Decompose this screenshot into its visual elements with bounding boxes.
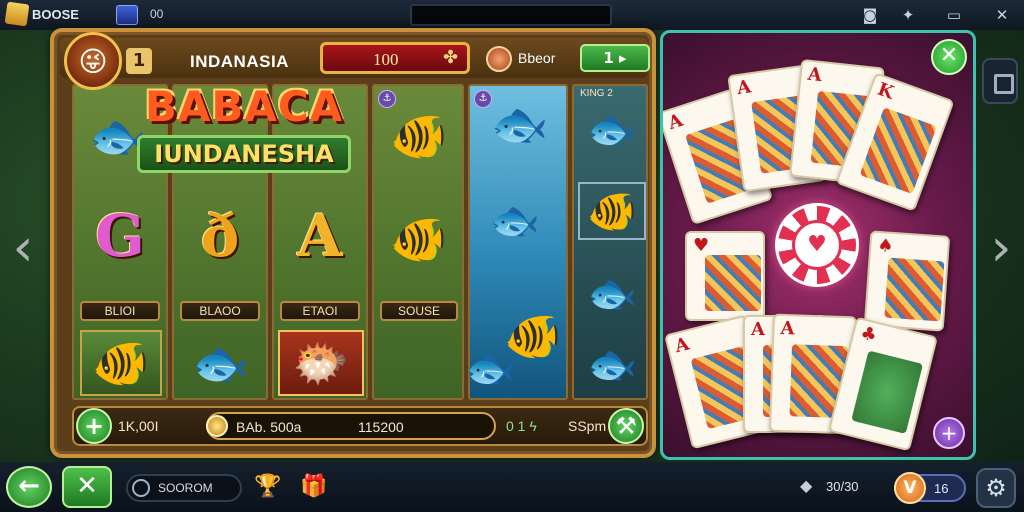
fish-symbol: 🐡: [278, 330, 364, 396]
coin-value: 100: [373, 50, 399, 69]
search-pill[interactable]: SOOROM: [126, 474, 242, 502]
card-art: [851, 350, 924, 434]
card-rank: A: [806, 63, 823, 87]
playing-card[interactable]: ♥: [685, 231, 765, 321]
window-icon[interactable]: ▭: [942, 4, 966, 26]
letter-symbol: A: [297, 202, 343, 270]
card-rank: A: [780, 317, 795, 340]
clock-icon: [132, 479, 150, 497]
gear-icon[interactable]: ⚙: [976, 468, 1016, 508]
playing-card[interactable]: ♠: [863, 230, 951, 332]
slot-header: 1 INDANASIA 100 ✤ Bbeor 1 ▸: [60, 38, 650, 78]
card-rank: A: [751, 319, 765, 340]
card-art: [705, 255, 761, 311]
reel-4: ⚓ 🐠 🐠 SOUSE: [372, 84, 464, 400]
win-field: BAb. 500a 115200: [206, 412, 496, 440]
poker-chip[interactable]: ♥: [775, 203, 859, 287]
fish-symbol: 🐟: [587, 106, 637, 153]
coin-icon: ✤: [443, 47, 459, 68]
letter-symbol: ð: [200, 202, 240, 270]
title-bar-slot: [410, 4, 612, 26]
bonus-label: Bbeor: [518, 50, 556, 66]
win-value: 115200: [358, 419, 404, 435]
card-panel: A A A K ✕ ♥ ♥ ♠ A A A ♣ +: [660, 30, 976, 460]
spin-button[interactable]: ⚒: [608, 408, 644, 444]
card-art: [884, 257, 945, 322]
card-suit: ♥: [693, 235, 710, 256]
prev-arrow-icon[interactable]: ‹: [4, 218, 42, 278]
letter-symbol: G: [95, 202, 145, 270]
avatar[interactable]: 😜: [64, 32, 122, 90]
vip-pill[interactable]: V 16: [894, 472, 966, 504]
location-icon: ◆: [800, 476, 813, 495]
reel-6: KING 2 🐟 🐠 🐟 🐟: [572, 84, 648, 400]
card-rank: K: [874, 78, 897, 104]
slot-machine: 1 INDANASIA 100 ✤ Bbeor 1 ▸ 😜 🐟 G BLIOI …: [50, 28, 656, 458]
app-logo[interactable]: BOOSE: [4, 1, 79, 27]
logo-text: BOOSE: [32, 6, 79, 22]
fish-symbol: 🐟: [192, 335, 250, 390]
game-title-art: BABACA IUNDANESHA: [116, 82, 372, 202]
close-icon[interactable]: ✕: [990, 4, 1014, 26]
chip-heart-icon: ♥: [792, 220, 842, 270]
top-bar: BOOSE 00 ◙ ✦ ▭ ✕: [0, 0, 1024, 30]
logo-icon: [4, 1, 30, 27]
trophy-icon[interactable]: 🏆: [254, 472, 282, 502]
bet-amount: 1K,00I: [118, 418, 159, 434]
lines-counter: 0 1 ϟ: [506, 418, 537, 434]
fish-symbol: 🐠: [578, 182, 646, 240]
level-badge: 1: [126, 48, 152, 74]
score-counter: 30/30: [826, 479, 859, 494]
title-line-1: BABACA: [144, 82, 344, 131]
bottom-bar: ← ✕ SOOROM 🏆 🎁 ◆ 30/30 V 16 ⚙: [0, 462, 1024, 512]
gift-icon[interactable]: 🎁: [300, 472, 328, 502]
fish-symbol: 🐟: [490, 197, 540, 244]
game-name: INDANASIA: [190, 52, 289, 71]
coin-balance[interactable]: 100 ✤: [320, 42, 470, 74]
record-icon[interactable]: ◙: [858, 4, 882, 26]
add-card-button[interactable]: +: [933, 417, 965, 449]
back-button[interactable]: ←: [6, 466, 52, 508]
pill-label: SOOROM: [158, 481, 213, 495]
card-suit: ♠: [876, 234, 895, 257]
reel-badge-label: KING 2: [580, 88, 613, 99]
app-switch-icon[interactable]: [116, 5, 138, 25]
bonus-icon[interactable]: [486, 46, 512, 72]
reel-label: ETAOI: [280, 301, 360, 321]
fish-symbol: 🐟: [587, 270, 637, 317]
level-button-label: 1: [603, 49, 614, 67]
vip-badge: V: [894, 472, 926, 504]
card-rank: A: [672, 333, 692, 358]
level-button[interactable]: 1 ▸: [580, 44, 650, 72]
fish-symbol: 🐟: [491, 96, 549, 151]
reel-label: BLIOI: [80, 301, 160, 321]
vip-level: 16: [934, 481, 949, 496]
title-line-2: IUNDANESHA: [137, 135, 351, 173]
cancel-button[interactable]: ✕: [62, 466, 112, 508]
card-suit: ♣: [858, 322, 879, 347]
fish-symbol: 🐟: [465, 345, 515, 392]
fish-symbol: 🐟: [587, 341, 637, 388]
increase-bet-button[interactable]: +: [76, 408, 112, 444]
bet-panel: + 1K,00I BAb. 500a 115200 0 1 ϟ SSpm 3 ⚒: [72, 406, 648, 446]
close-panel-button[interactable]: ✕: [931, 39, 967, 75]
coin-icon: [206, 415, 228, 437]
card-rank: A: [735, 76, 753, 100]
card-art: [859, 107, 937, 195]
fish-symbol: 🐠: [80, 330, 162, 396]
status-text: 00: [150, 7, 164, 21]
fish-symbol: 🐠: [390, 211, 448, 266]
side-square-button[interactable]: [982, 58, 1018, 104]
next-arrow-icon[interactable]: ›: [982, 218, 1020, 278]
reel-5: ⚓ 🐟 🐟 🐠 🐟: [465, 84, 568, 400]
reel-label: SOUSE: [380, 301, 458, 321]
card-rank: A: [665, 109, 686, 135]
reel-label: BLAOO: [180, 301, 260, 321]
fish-symbol: 🐠: [390, 108, 448, 163]
pin-icon[interactable]: ✦: [896, 4, 920, 26]
win-label: BAb. 500a: [236, 419, 302, 435]
